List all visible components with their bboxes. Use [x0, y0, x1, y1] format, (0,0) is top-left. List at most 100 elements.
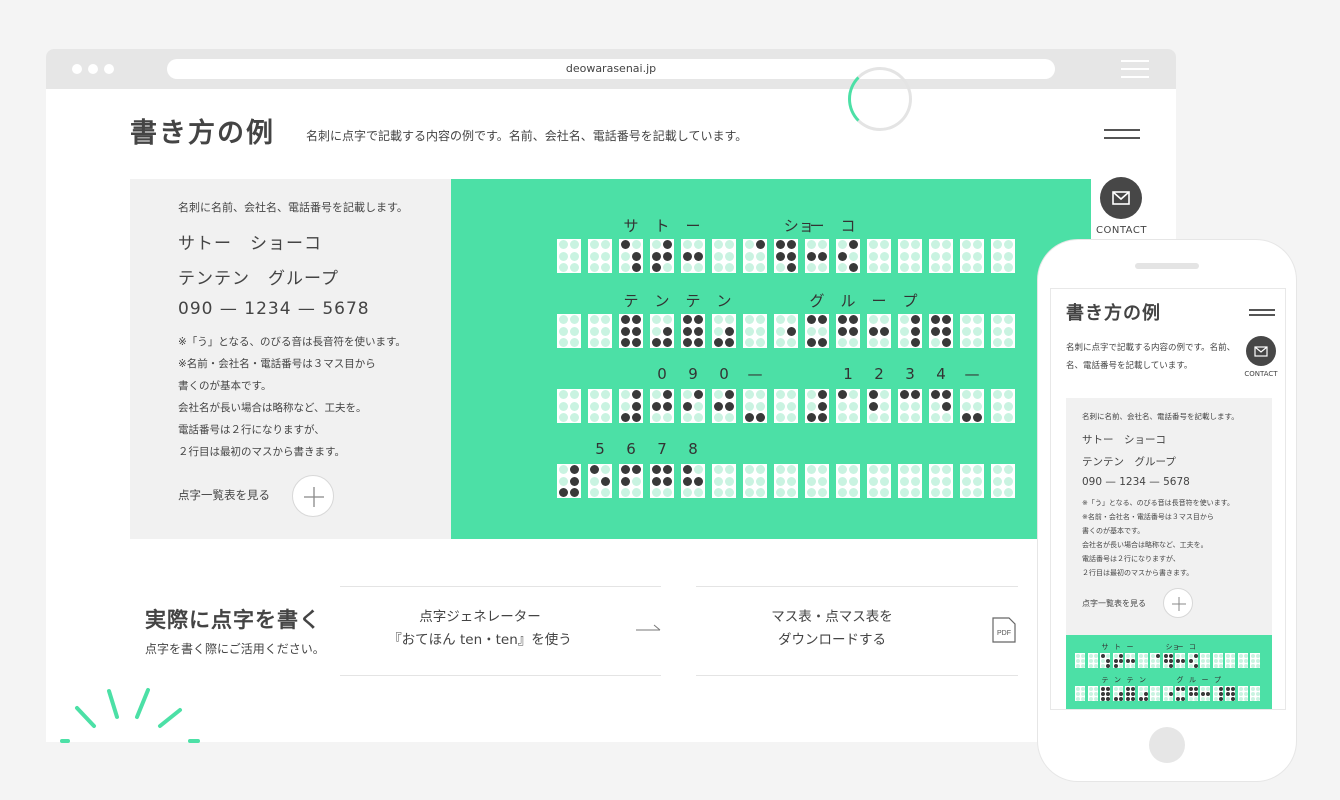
braille-dot: [1193, 691, 1198, 696]
braille-dot: [1163, 686, 1168, 691]
braille-dot: [1138, 696, 1143, 701]
braille-cell: [774, 314, 798, 348]
braille-dot: [1243, 686, 1248, 691]
pdf-icon: PDF: [992, 617, 1016, 643]
braille-dot: [694, 465, 703, 474]
braille-dot: [1256, 696, 1260, 701]
braille-dot: [725, 413, 734, 422]
braille-dot: [590, 488, 599, 497]
braille-dot: [652, 263, 661, 272]
braille-dot: [652, 488, 661, 497]
braille-kana-label: グ: [1176, 676, 1184, 684]
braille-dot: [911, 465, 920, 474]
phone-hamburger-icon[interactable]: [1249, 309, 1275, 317]
hamburger-menu-icon[interactable]: [1104, 129, 1140, 141]
braille-dot: [1188, 696, 1193, 701]
braille-dot: [776, 390, 785, 399]
braille-cell: [1112, 686, 1123, 701]
braille-dot: [694, 488, 703, 497]
braille-kana-label: テ: [623, 292, 639, 310]
phone-mail-icon[interactable]: [1246, 336, 1276, 366]
window-dot-icon[interactable]: [88, 64, 98, 74]
braille-dot: [745, 326, 754, 336]
example-note: 会社名が長い場合は略称など、工夫を。: [178, 402, 367, 414]
browser-menu-icon[interactable]: [1121, 60, 1149, 78]
braille-cell: [1075, 653, 1085, 668]
braille-dot: [880, 465, 889, 474]
braille-dot: [1226, 696, 1230, 701]
braille-dot: [632, 326, 641, 336]
phone-plus-icon[interactable]: [1163, 588, 1193, 618]
braille-cell: [1187, 686, 1198, 701]
braille-dot: [787, 240, 796, 249]
braille-dot: [1118, 686, 1123, 691]
braille-dot: [694, 390, 703, 399]
braille-dot: [1118, 653, 1123, 658]
braille-dot: [601, 465, 610, 474]
braille-dot: [931, 476, 940, 486]
braille-dot: [818, 401, 827, 411]
braille-cell: [898, 389, 922, 423]
window-controls: [72, 64, 114, 74]
braille-dot: [745, 315, 754, 324]
braille-dot: [714, 465, 723, 474]
window-dot-icon[interactable]: [72, 64, 82, 74]
braille-cell: [743, 314, 767, 348]
braille-dot: [911, 251, 920, 261]
braille-cell: [774, 239, 798, 273]
braille-dot: [818, 390, 827, 399]
generator-card[interactable]: 点字ジェネレーター 『おてほん ten・ten』を使う: [340, 586, 661, 676]
braille-dot: [807, 488, 816, 497]
braille-cell: [929, 239, 953, 273]
braille-dot: [1251, 663, 1255, 668]
braille-dot: [1101, 663, 1105, 668]
braille-dot: [1256, 658, 1260, 663]
braille-dot: [652, 315, 661, 324]
braille-dot: [1156, 691, 1160, 696]
braille-dot: [973, 315, 982, 324]
braille-dot: [1093, 653, 1098, 658]
braille-cell: [805, 464, 829, 498]
braille-cell: [681, 239, 705, 273]
braille-cell: [867, 464, 891, 498]
braille-dot: [1213, 696, 1218, 701]
braille-dot: [714, 390, 723, 399]
braille-dot: [807, 315, 816, 324]
address-bar[interactable]: deowarasenai.jp: [167, 59, 1055, 79]
plus-icon[interactable]: [292, 475, 334, 517]
braille-cell: [557, 314, 581, 348]
braille-cell: [1087, 686, 1098, 701]
braille-dot: [900, 240, 909, 249]
braille-dot: [776, 413, 785, 422]
window-dot-icon[interactable]: [104, 64, 114, 74]
braille-dot: [683, 338, 692, 347]
phone-braille-table-link[interactable]: 点字一覧表を見る: [1082, 598, 1146, 609]
braille-dot: [849, 413, 858, 422]
braille-table-link[interactable]: 点字一覧表を見る: [178, 487, 270, 503]
braille-kana-label: ン: [1139, 676, 1146, 684]
phone-example-note: 会社名が長い場合は略称など、工夫を。: [1082, 541, 1208, 549]
phone-example-name: サトー ショーコ: [1082, 434, 1166, 446]
braille-dot: [962, 326, 971, 336]
braille-dot: [601, 315, 610, 324]
braille-cell: [960, 239, 984, 273]
download-card[interactable]: マス表・点マス表を ダウンロードする PDF: [696, 586, 1018, 676]
braille-cell: [1237, 653, 1248, 668]
braille-dot: [1231, 663, 1235, 668]
braille-dot: [942, 338, 951, 347]
braille-dot: [880, 476, 889, 486]
braille-dot: [1181, 686, 1185, 691]
braille-dot: [931, 488, 940, 497]
braille-dot: [1168, 663, 1173, 668]
phone-home-button[interactable]: [1149, 727, 1185, 763]
braille-dot: [880, 240, 889, 249]
braille-dot: [1106, 658, 1110, 663]
braille-kana-label: 5: [595, 440, 605, 458]
braille-dot: [1188, 691, 1193, 696]
braille-dot: [1176, 653, 1180, 658]
contact-button[interactable]: CONTACT: [1096, 177, 1146, 236]
braille-dot: [1088, 653, 1093, 658]
braille-dot: [1213, 658, 1218, 663]
braille-dot: [756, 251, 765, 261]
braille-dot: [880, 263, 889, 272]
